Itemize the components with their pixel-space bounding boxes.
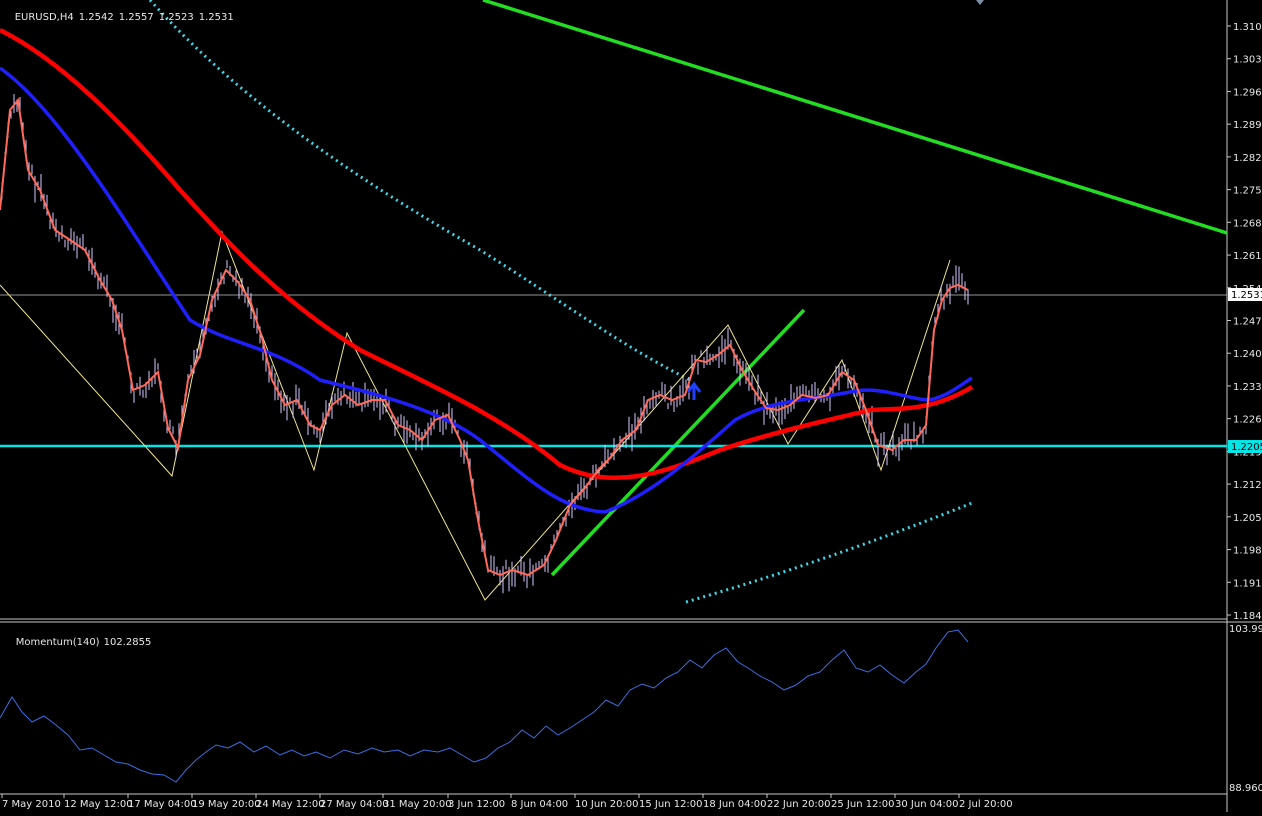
price-tick-label: 1.1915 [1233,578,1262,589]
price-tick-label: 1.3105 [1233,22,1262,33]
momentum-axis-max: 103.994 [1229,624,1262,635]
chart-window[interactable]: 1.3105 1.3035 1.2965 1.2895 1.2825 1.2755 1.26… [0,0,1262,812]
time-tick-label: 27 May 04:00 [320,799,389,810]
time-tick-label: 19 May 20:00 [192,799,261,810]
price-tick-label: 1.2125 [1233,480,1262,491]
close-price: 1.2531 [198,12,234,23]
price-tick-label: 1.2055 [1233,513,1262,524]
symbol-label: EURUSD,H4 [14,12,74,23]
time-tick-label: 25 Jun 12:00 [831,799,895,810]
zigzag-line [0,230,951,601]
current-price-label: 1.2531 [1231,290,1262,301]
price-tick-label: 1.2265 [1233,415,1262,426]
diamond-marker [976,0,984,5]
low-price: 1.2523 [158,12,194,23]
price-tick-label: 1.3035 [1233,55,1262,66]
time-tick-label: 15 Jun 12:00 [639,799,703,810]
indicator-value: 102.2855 [103,637,152,648]
up-arrow-icon [686,381,702,400]
price-tick-label: 1.2615 [1233,251,1262,262]
price-tick-label: 1.2475 [1233,317,1262,328]
time-tick-label: 24 May 12:00 [256,799,325,810]
time-tick-label: 12 May 12:00 [64,799,133,810]
chart-header: EURUSD,H4 1.2542 1.2557 1.2523 1.2531 [2,1,239,34]
time-tick-label: 8 Jun 04:00 [511,799,568,810]
price-tick-label: 1.1985 [1233,546,1262,557]
indicator-header: Momentum(140) 102.2855 [3,626,155,659]
time-tick-label: 18 Jun 04:00 [703,799,767,810]
chart-canvas[interactable]: 1.3105 1.3035 1.2965 1.2895 1.2825 1.2755 1.26… [0,0,1262,812]
momentum-axis-min: 88.9608 [1229,783,1262,794]
price-tick-label: 1.2335 [1233,382,1262,393]
time-tick-label: 17 May 04:00 [128,799,197,810]
trendline-resistance [482,0,1228,235]
open-price: 1.2542 [78,12,114,23]
price-tick-label: 1.2825 [1233,153,1262,164]
chart-frames [0,0,1262,812]
price-tick-label: 1.2755 [1233,186,1262,197]
high-price: 1.2557 [118,12,154,23]
trendlines [482,0,1228,577]
time-tick-label: 7 May 2010 [2,799,61,810]
dotted-channel-lower [685,501,973,604]
price-tick-label: 1.2895 [1233,120,1262,131]
trendline-support [550,308,806,577]
time-tick-label: 30 Jun 04:00 [895,799,959,810]
time-tick-label: 2 Jul 20:00 [959,799,1013,810]
time-tick-label: 22 Jun 20:00 [767,799,831,810]
time-tick-label: 31 May 20:00 [383,799,452,810]
dotted-channel [148,0,973,604]
indicator-name: Momentum(140) [15,637,100,648]
price-tick-label: 1.2405 [1233,349,1262,360]
price-tick-label: 1.1845 [1233,611,1262,622]
dotted-channel-upper [148,0,691,382]
candles [1,94,969,594]
support-level-label: 1.2205 [1231,442,1262,453]
time-tick-label: 10 Jun 20:00 [575,799,639,810]
price-tick-label: 1.2685 [1233,218,1262,229]
time-tick-label: 3 Jun 12:00 [448,799,505,810]
price-tick-label: 1.2965 [1233,87,1262,98]
ma-fast [0,97,969,577]
